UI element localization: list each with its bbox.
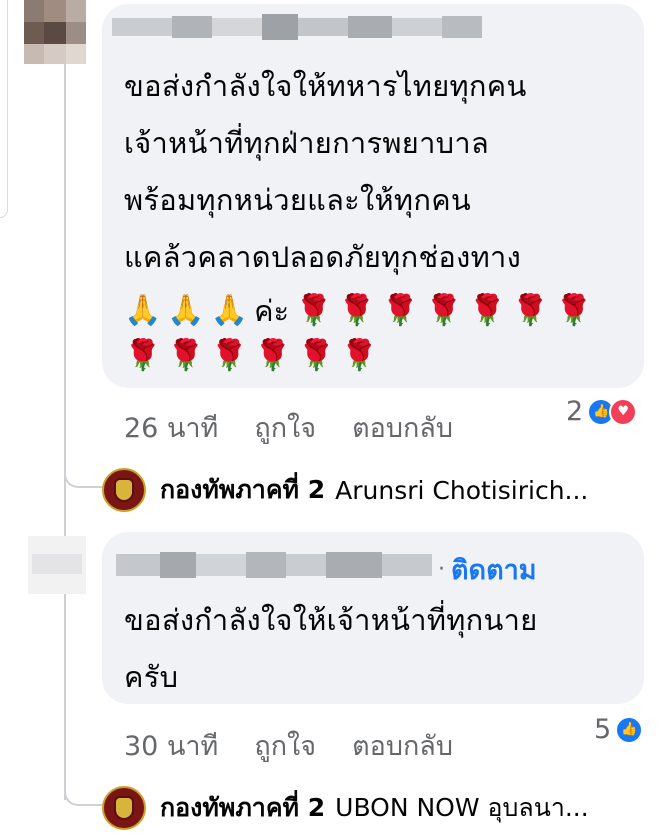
page-logo: [102, 468, 146, 512]
like-button[interactable]: ถูกใจ: [254, 406, 316, 449]
avatar[interactable]: [28, 536, 86, 594]
thread-rail-top: [0, 0, 8, 218]
follow-link-wrapper: · ติดตาม: [432, 548, 537, 591]
emoji-row: 🙏 🙏 🙏 ค่ะ 🌹 🌹 🌹 🌹 🌹 🌹 🌹: [124, 288, 593, 334]
page-reply[interactable]: กองทัพภาคที่ 2 Arunsri Chotisirich...: [102, 468, 588, 512]
rose-emoji: 🌹: [511, 293, 550, 328]
reply-preview: UBON NOW อุบลนา...: [335, 793, 589, 822]
rose-emoji: 🌹: [381, 293, 420, 328]
rose-emoji: 🌹: [425, 293, 463, 328]
pray-emoji: 🙏: [167, 293, 205, 328]
page-logo: [102, 786, 146, 830]
author-name[interactable]: [112, 14, 482, 40]
thread-connector: [64, 788, 104, 806]
rose-emoji: 🌹: [297, 338, 335, 373]
love-icon: ♥: [609, 397, 638, 426]
rose-emoji: 🌹: [295, 293, 333, 328]
reaction-count: 2: [566, 396, 584, 427]
rose-emoji: 🌹: [468, 293, 506, 328]
author-name[interactable]: [116, 552, 432, 578]
reply-preview: Arunsri Chotisirich...: [335, 475, 589, 505]
rose-emoji: 🌹: [210, 338, 249, 373]
page-reply[interactable]: กองทัพภาคที่ 2 UBON NOW อุบลนา...: [102, 786, 589, 830]
comment-text: ขอส่งกำลังใจให้ทหารไทยทุกคน เจ้าหน้าที่ท…: [124, 69, 527, 274]
like-button[interactable]: ถูกใจ: [254, 724, 316, 767]
comment-time[interactable]: 26 นาที: [124, 406, 218, 449]
follow-button[interactable]: ติดตาม: [451, 548, 537, 591]
pray-emoji: 🙏: [124, 293, 162, 328]
rose-emoji: 🌹: [254, 338, 292, 373]
comment-time[interactable]: 30 นาที: [124, 724, 218, 767]
comment-meta: 30 นาที ถูกใจ ตอบกลับ: [124, 724, 453, 767]
reaction-summary[interactable]: 2 👍 ♥: [566, 396, 638, 427]
like-icon: 👍: [615, 715, 644, 744]
reaction-count: 5: [594, 714, 612, 745]
reply-button[interactable]: ตอบกลับ: [352, 406, 453, 449]
rose-emoji: 🌹: [338, 293, 376, 328]
pray-emoji: 🙏: [210, 293, 249, 328]
comment-meta: 26 นาที ถูกใจ ตอบกลับ: [124, 406, 453, 449]
thread-rail-vertical: [64, 0, 66, 800]
comment-suffix: ค่ะ: [254, 294, 290, 328]
rose-emoji: 🌹: [340, 338, 379, 373]
comment-text: ขอส่งกำลังใจให้เจ้าหน้าที่ทุกนาย ครับ: [124, 603, 538, 694]
rose-emoji: 🌹: [167, 338, 205, 373]
page-name[interactable]: กองทัพภาคที่ 2: [160, 788, 325, 828]
rose-emoji: 🌹: [124, 338, 162, 373]
rose-emoji: 🌹: [555, 293, 593, 328]
emoji-row: 🌹 🌹 🌹 🌹 🌹 🌹: [124, 336, 378, 376]
separator-dot: ·: [438, 557, 445, 582]
reply-button[interactable]: ตอบกลับ: [352, 724, 453, 767]
page-name[interactable]: กองทัพภาคที่ 2: [160, 470, 325, 510]
reaction-summary[interactable]: 5 👍: [594, 714, 644, 745]
avatar[interactable]: [24, 0, 86, 64]
thread-connector: [64, 470, 104, 488]
